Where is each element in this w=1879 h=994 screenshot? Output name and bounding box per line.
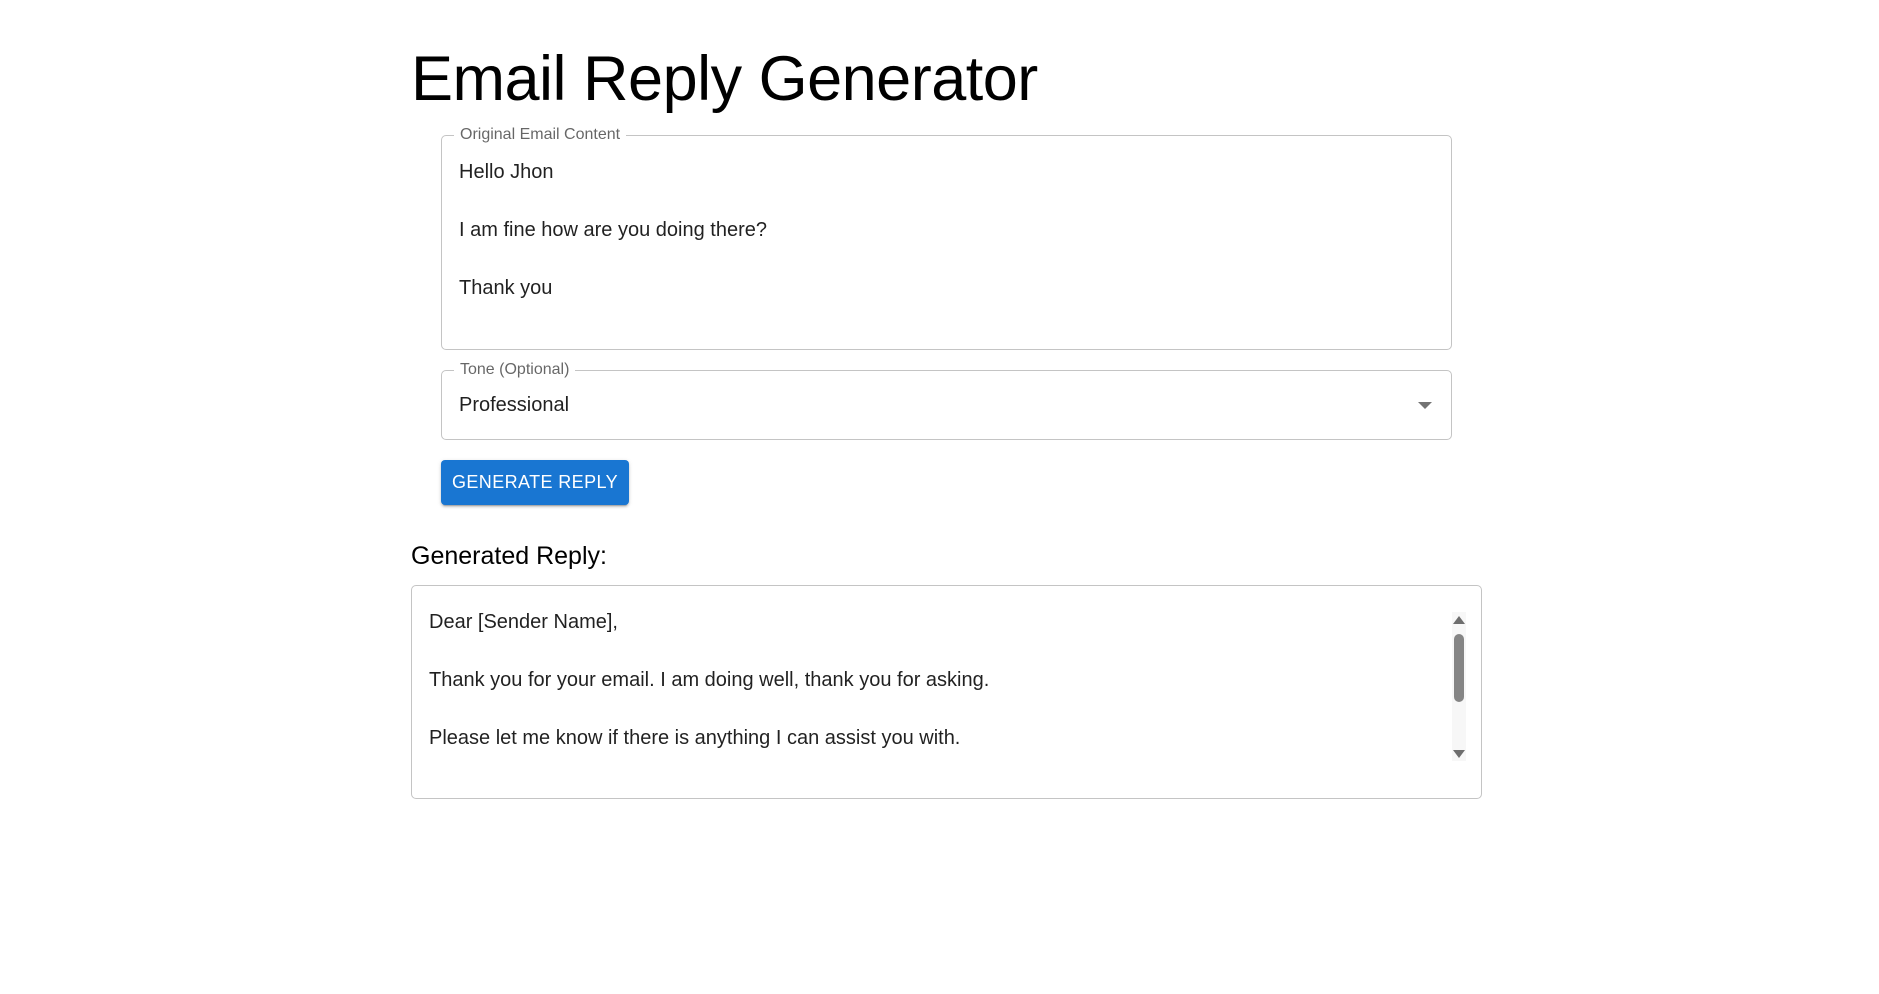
tone-selected-value[interactable]: Professional — [459, 393, 569, 417]
scrollbar-thumb[interactable] — [1454, 634, 1464, 702]
tone-select[interactable]: Tone (Optional) Professional — [441, 361, 1452, 440]
scroll-up-arrow-icon[interactable] — [1453, 616, 1465, 624]
generate-reply-button[interactable]: Generate Reply — [441, 460, 629, 505]
arrow-drop-down-icon[interactable] — [1418, 402, 1432, 409]
original-email-field[interactable]: Original Email Content Hello Jhon I am f… — [441, 126, 1452, 350]
generated-reply-field[interactable]: Dear [Sender Name], Thank you for your e… — [411, 585, 1482, 799]
original-email-textarea[interactable]: Hello Jhon I am fine how are you doing t… — [459, 158, 1434, 303]
tone-label: Tone (Optional) — [454, 361, 576, 379]
page-title: Email Reply Generator — [411, 44, 1038, 114]
scroll-down-arrow-icon[interactable] — [1453, 750, 1465, 758]
page: Email Reply Generator Original Email Con… — [0, 0, 1879, 994]
original-email-label: Original Email Content — [454, 126, 627, 144]
generated-reply-heading: Generated Reply: — [411, 542, 607, 570]
generated-reply-textarea[interactable]: Dear [Sender Name], Thank you for your e… — [429, 608, 1441, 753]
reply-scrollbar[interactable] — [1452, 612, 1466, 761]
